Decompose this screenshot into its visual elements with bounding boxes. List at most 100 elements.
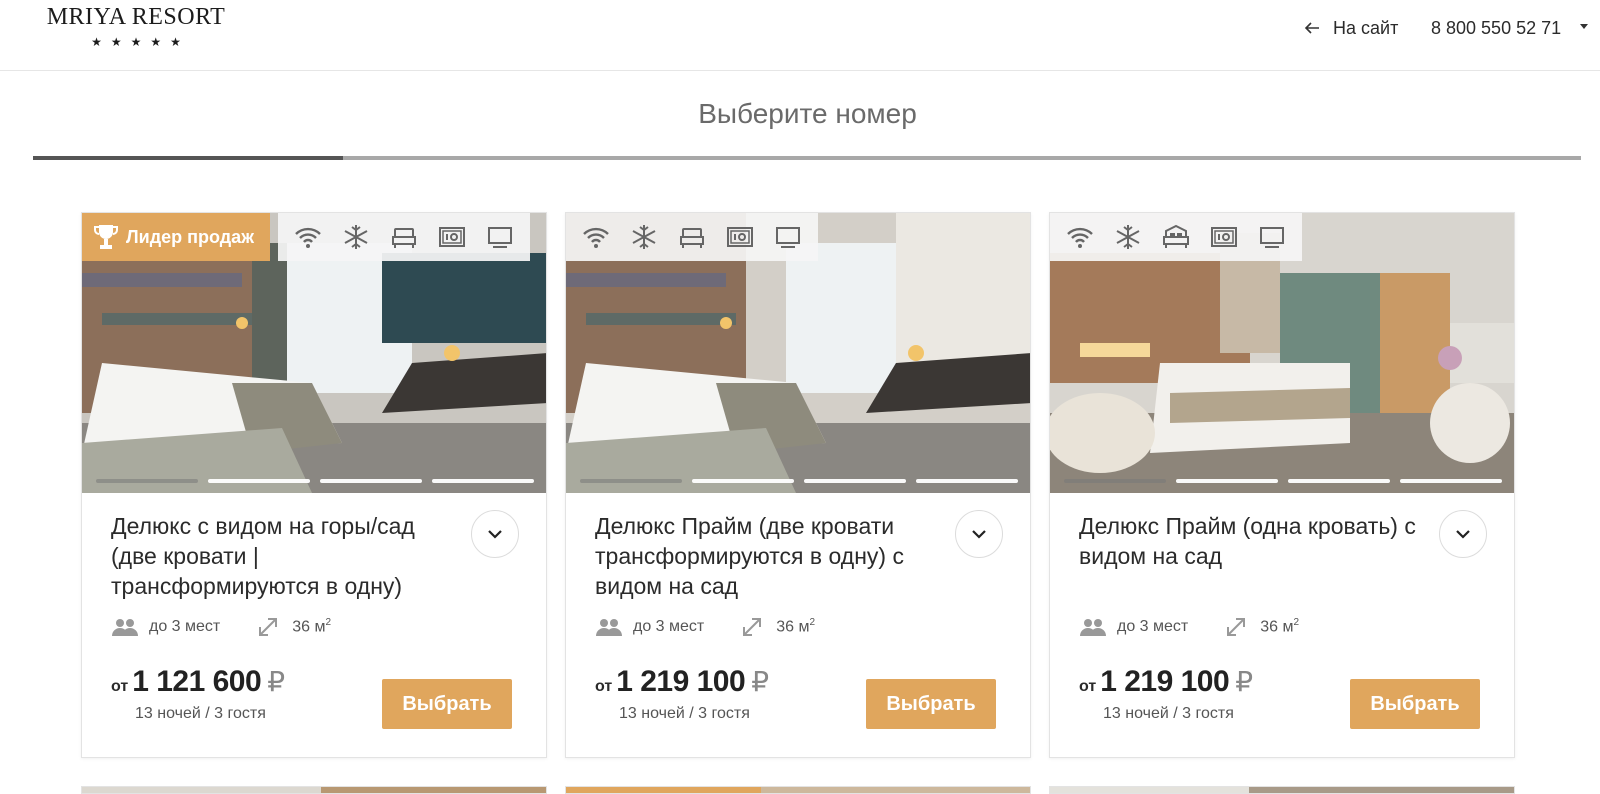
expand-details-button[interactable] (955, 510, 1003, 558)
room-area: 36 м2 (292, 617, 331, 636)
carousel-dot[interactable] (692, 479, 794, 483)
badge-label: Лидер продаж (126, 226, 254, 247)
stay-summary: 13 ночей / 3 гостя (619, 705, 750, 722)
area-unit-sup: 2 (809, 617, 816, 629)
guest-capacity: до 3 мест (1117, 618, 1189, 635)
room-specs: до 3 мест 36 м2 (1079, 615, 1299, 639)
chevron-down-icon (1456, 530, 1470, 539)
chevron-down-icon[interactable] (1580, 24, 1588, 29)
carousel-dot[interactable] (1400, 479, 1502, 483)
amenities-bar (1050, 213, 1302, 261)
arrow-left-icon (1304, 22, 1319, 34)
guest-capacity: до 3 мест (633, 618, 705, 635)
room-area: 36 м2 (776, 617, 815, 636)
logo-stars: ★★★★★ (91, 35, 190, 49)
tv-icon (1248, 213, 1296, 261)
area-icon (1227, 618, 1246, 636)
room-photo-carousel[interactable] (566, 213, 1030, 493)
room-specs: до 3 мест 36 м2 (595, 615, 815, 639)
select-room-button[interactable]: Выбрать (382, 679, 512, 729)
room-card: Лидер продаж Делюкс с видом на горы/сад … (81, 212, 547, 758)
chevron-down-icon (972, 530, 986, 539)
carousel-dot[interactable] (432, 479, 534, 483)
carousel-indicators (96, 479, 534, 483)
currency-symbol: ₽ (751, 666, 770, 697)
currency-symbol: ₽ (267, 666, 286, 697)
select-room-button[interactable]: Выбрать (1350, 679, 1480, 729)
site-header: MRIYA RESORT ★★★★★ На сайт 8 800 550 52 … (0, 0, 1600, 71)
logo-text: MRIYA RESORT (46, 4, 226, 30)
room-card: Делюкс Прайм (две кровати трансформируют… (565, 212, 1031, 758)
bed-icon (380, 213, 428, 261)
area-unit-sup: 2 (325, 617, 332, 629)
room-area-value: 36 м (1260, 618, 1294, 636)
carousel-dot[interactable] (1176, 479, 1278, 483)
room-area-value: 36 м (776, 618, 810, 636)
tv-icon (476, 213, 524, 261)
trophy-icon (94, 225, 118, 249)
room-card-partial (1049, 786, 1515, 794)
chevron-down-icon (488, 530, 502, 539)
guests-icon (112, 619, 138, 636)
area-icon (743, 618, 762, 636)
snowflake-icon (620, 213, 668, 261)
room-area-value: 36 м (292, 618, 326, 636)
price-value: 1 121 600 (132, 665, 262, 698)
safe-icon (716, 213, 764, 261)
currency-symbol: ₽ (1235, 666, 1254, 697)
wifi-icon (572, 213, 620, 261)
room-specs: до 3 мест 36 м2 (111, 615, 331, 639)
amenities-bar (278, 213, 530, 261)
price-block: от 1 121 600 ₽ (111, 665, 285, 699)
wifi-icon (1056, 213, 1104, 261)
room-card-partial (81, 786, 547, 794)
room-name: Делюкс Прайм (две кровати трансформируют… (595, 513, 904, 599)
stay-summary: 13 ночей / 3 гостя (135, 705, 266, 722)
room-card-partial (565, 786, 1031, 794)
logo[interactable]: MRIYA RESORT ★★★★★ (33, 4, 239, 49)
carousel-dot[interactable] (580, 479, 682, 483)
step-progress-fill (33, 156, 343, 160)
snowflake-icon (332, 213, 380, 261)
snowflake-icon (1104, 213, 1152, 261)
step-progress-bar (33, 156, 1581, 160)
room-name: Делюкс с видом на горы/сад (две кровати … (111, 513, 415, 599)
page-title: Выберите номер (698, 98, 917, 129)
guest-capacity: до 3 мест (149, 618, 221, 635)
carousel-dot[interactable] (916, 479, 1018, 483)
select-room-button[interactable]: Выбрать (866, 679, 996, 729)
double-bed-icon (1152, 213, 1200, 261)
phone-number[interactable]: 8 800 550 52 71 (1431, 16, 1561, 40)
room-photo-carousel[interactable] (1050, 213, 1514, 493)
room-area: 36 м2 (1260, 617, 1299, 636)
price-from: от (595, 678, 613, 695)
room-name: Делюкс Прайм (одна кровать) с видом на с… (1079, 513, 1416, 569)
bestseller-badge: Лидер продаж (82, 213, 270, 261)
carousel-indicators (1064, 479, 1502, 483)
guests-icon (1080, 619, 1106, 636)
safe-icon (428, 213, 476, 261)
area-icon (259, 618, 278, 636)
expand-details-button[interactable] (471, 510, 519, 558)
area-unit-sup: 2 (1293, 617, 1300, 629)
stay-summary: 13 ночей / 3 гостя (1103, 705, 1234, 722)
safe-icon (1200, 213, 1248, 261)
price-value: 1 219 100 (1100, 665, 1230, 698)
carousel-dot[interactable] (320, 479, 422, 483)
carousel-dot[interactable] (1064, 479, 1166, 483)
back-to-site-link[interactable]: На сайт (1303, 16, 1398, 40)
bed-icon (668, 213, 716, 261)
wifi-icon (284, 213, 332, 261)
carousel-dot[interactable] (96, 479, 198, 483)
carousel-dot[interactable] (1288, 479, 1390, 483)
price-block: от 1 219 100 ₽ (1079, 665, 1253, 699)
room-photo-carousel[interactable]: Лидер продаж (82, 213, 546, 493)
carousel-indicators (580, 479, 1018, 483)
expand-details-button[interactable] (1439, 510, 1487, 558)
price-block: от 1 219 100 ₽ (595, 665, 769, 699)
carousel-dot[interactable] (804, 479, 906, 483)
room-card: Делюкс Прайм (одна кровать) с видом на с… (1049, 212, 1515, 758)
guests-icon (596, 619, 622, 636)
carousel-dot[interactable] (208, 479, 310, 483)
back-to-site-label: На сайт (1333, 17, 1399, 38)
